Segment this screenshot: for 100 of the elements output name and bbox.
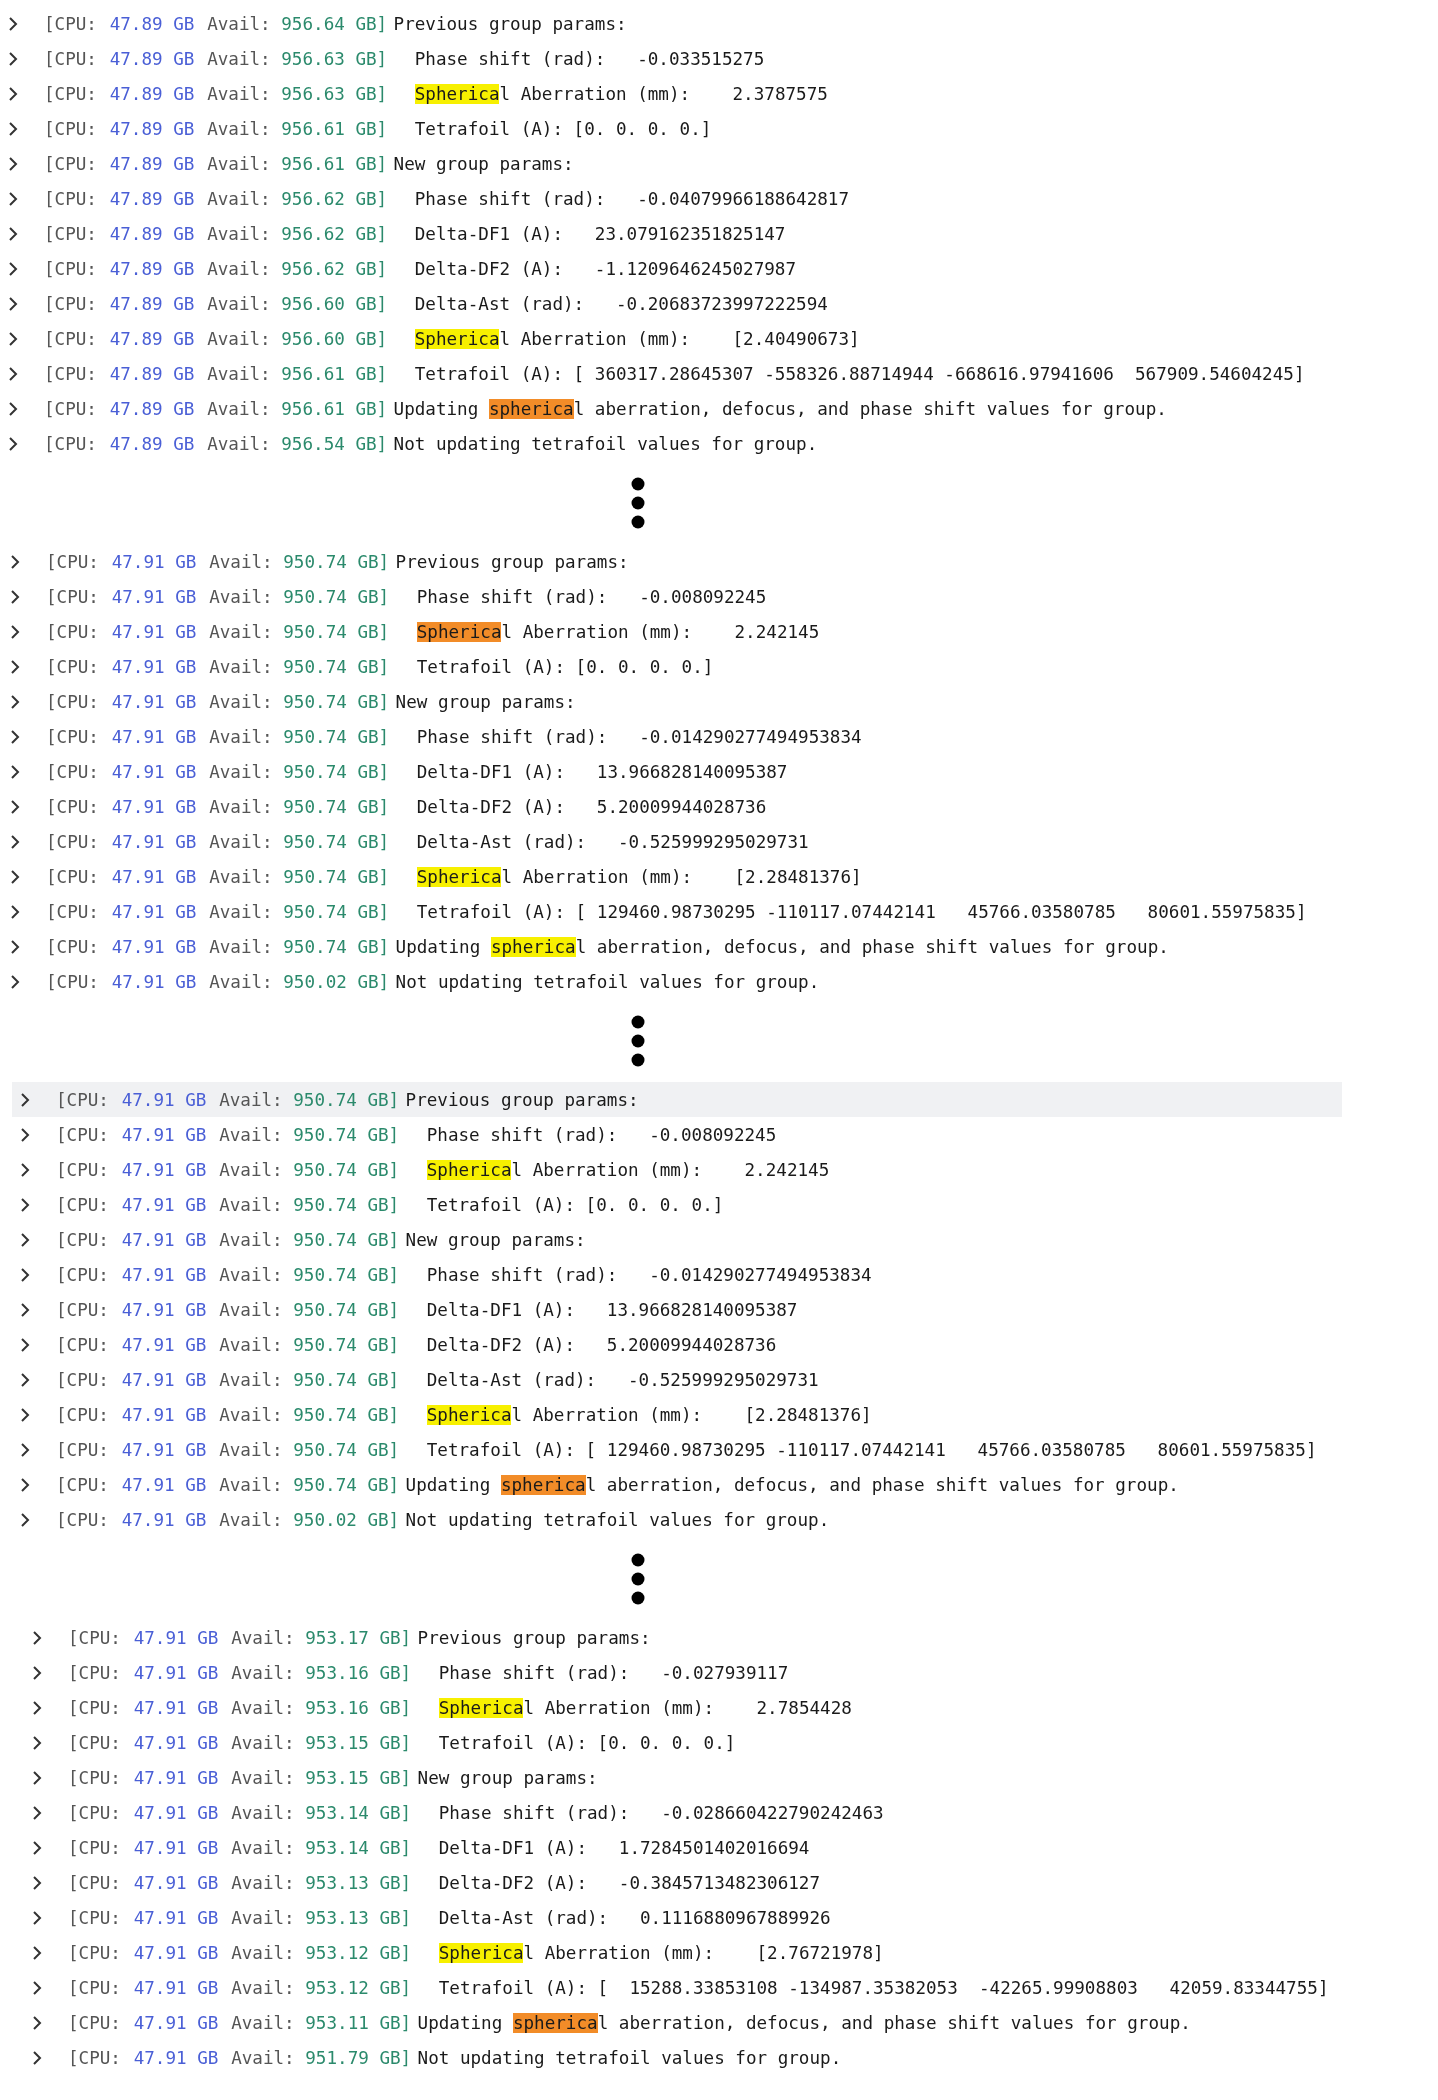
cpu-value: 47.91 GB	[133, 1977, 219, 1998]
log-message: Not updating tetrafoil values for group.	[393, 433, 818, 454]
chevron-icon[interactable]	[32, 1664, 42, 1681]
chevron-icon[interactable]	[32, 1629, 42, 1646]
chevron-icon[interactable]	[10, 693, 20, 710]
chevron-icon[interactable]	[8, 190, 18, 207]
avail-value: 953.16 GB]	[305, 1697, 412, 1718]
chevron-icon[interactable]	[10, 588, 20, 605]
chevron-icon[interactable]	[10, 658, 20, 675]
chevron-icon[interactable]	[8, 155, 18, 172]
chevron-icon[interactable]	[32, 1769, 42, 1786]
chevron-icon[interactable]	[8, 85, 18, 102]
cpu-label: [CPU:	[68, 1662, 121, 1683]
cpu-value: 47.91 GB	[121, 1124, 207, 1145]
chevron-icon[interactable]	[32, 1804, 42, 1821]
cpu-label: [CPU:	[46, 901, 99, 922]
chevron-icon[interactable]	[10, 623, 20, 640]
cpu-label: [CPU:	[56, 1159, 109, 1180]
avail-value: 950.74 GB]	[283, 796, 390, 817]
avail-label: Avail:	[219, 1124, 283, 1145]
chevron-icon[interactable]	[32, 1839, 42, 1856]
cpu-value: 47.91 GB	[111, 586, 197, 607]
chevron-icon[interactable]	[10, 728, 20, 745]
chevron-icon[interactable]	[32, 1979, 42, 1996]
chevron-icon[interactable]	[8, 435, 18, 452]
avail-value: 950.74 GB]	[293, 1124, 400, 1145]
cpu-value: 47.91 GB	[133, 1872, 219, 1893]
chevron-icon[interactable]	[32, 2049, 42, 2066]
cpu-label: [CPU:	[68, 1627, 121, 1648]
chevron-icon[interactable]	[32, 1699, 42, 1716]
chevron-icon[interactable]	[10, 868, 20, 885]
avail-value: 950.74 GB]	[283, 901, 390, 922]
avail-label: Avail:	[219, 1474, 283, 1495]
chevron-icon[interactable]	[8, 365, 18, 382]
chevron-icon[interactable]	[8, 295, 18, 312]
chevron-icon[interactable]	[10, 553, 20, 570]
chevron-icon[interactable]	[8, 400, 18, 417]
log-message: Spherical Aberration (mm): 2.7854428	[438, 1697, 852, 1718]
avail-value: 953.12 GB]	[305, 1977, 412, 1998]
chevron-icon[interactable]	[32, 1734, 42, 1751]
chevron-icon[interactable]	[8, 330, 18, 347]
chevron-icon[interactable]	[20, 1441, 30, 1458]
chevron-icon[interactable]	[10, 798, 20, 815]
cpu-value: 47.91 GB	[111, 691, 197, 712]
cpu-label: [CPU:	[44, 223, 97, 244]
chevron-icon[interactable]	[20, 1161, 30, 1178]
avail-label: Avail:	[209, 621, 273, 642]
avail-value: 953.14 GB]	[305, 1837, 412, 1858]
chevron-icon[interactable]	[10, 973, 20, 990]
log-message: Delta-Ast (rad): -0.525999295029731	[416, 831, 809, 852]
chevron-icon[interactable]	[32, 2014, 42, 2031]
log-message: Phase shift (rad): -0.014290277494953834	[426, 1264, 872, 1285]
chevron-icon[interactable]	[20, 1091, 30, 1108]
chevron-icon[interactable]	[8, 120, 18, 137]
chevron-icon[interactable]	[10, 763, 20, 780]
avail-value: 956.54 GB]	[281, 433, 388, 454]
avail-label: Avail:	[231, 2012, 295, 2033]
chevron-icon[interactable]	[8, 225, 18, 242]
log-message: Spherical Aberration (mm): [2.28481376]	[416, 866, 862, 887]
avail-label: Avail:	[219, 1159, 283, 1180]
avail-label: Avail:	[219, 1264, 283, 1285]
log-message: Phase shift (rad): -0.027939117	[438, 1662, 789, 1683]
avail-value: 956.63 GB]	[281, 83, 388, 104]
avail-value: 953.12 GB]	[305, 1942, 412, 1963]
chevron-icon[interactable]	[8, 260, 18, 277]
log-message: Delta-DF2 (A): -1.1209646245027987	[414, 258, 797, 279]
chevron-icon[interactable]	[32, 1909, 42, 1926]
cpu-value: 47.89 GB	[109, 258, 195, 279]
chevron-icon[interactable]	[20, 1196, 30, 1213]
chevron-icon[interactable]	[10, 833, 20, 850]
cpu-value: 47.91 GB	[111, 656, 197, 677]
log-message: Tetrafoil (A): [ 360317.28645307 -558326.88714944 -668616.97941606 567909.54604245]	[414, 363, 1305, 384]
log-message: Updating spherical aberration, defocus, and phase shift values for group.	[393, 398, 1167, 419]
chevron-icon[interactable]	[32, 1944, 42, 1961]
avail-label: Avail:	[231, 1732, 295, 1753]
avail-label: Avail:	[209, 866, 273, 887]
cpu-label: [CPU:	[68, 1732, 121, 1753]
log-message: Delta-DF1 (A): 13.966828140095387	[426, 1299, 798, 1320]
chevron-icon[interactable]	[20, 1511, 30, 1528]
chevron-icon[interactable]	[20, 1406, 30, 1423]
chevron-icon[interactable]	[8, 15, 18, 32]
avail-label: Avail:	[231, 1977, 295, 1998]
chevron-icon[interactable]	[10, 903, 20, 920]
chevron-icon[interactable]	[20, 1126, 30, 1143]
chevron-icon[interactable]	[20, 1301, 30, 1318]
chevron-icon[interactable]	[20, 1336, 30, 1353]
selected-log-row[interactable]: [CPU: 47.91 GB Avail: 950.74 GB] Previous group params:	[12, 1082, 1342, 1117]
avail-value: 950.74 GB]	[293, 1404, 400, 1425]
cpu-label: [CPU:	[46, 936, 99, 957]
chevron-icon[interactable]	[20, 1231, 30, 1248]
chevron-icon[interactable]	[20, 1266, 30, 1283]
log-message: Spherical Aberration (mm): 2.242145	[426, 1159, 830, 1180]
avail-value: 950.74 GB]	[293, 1194, 400, 1215]
chevron-icon[interactable]	[8, 50, 18, 67]
chevron-icon[interactable]	[20, 1371, 30, 1388]
cpu-value: 47.89 GB	[109, 363, 195, 384]
chevron-icon[interactable]	[32, 1874, 42, 1891]
cpu-value: 47.91 GB	[111, 831, 197, 852]
chevron-icon[interactable]	[20, 1476, 30, 1493]
chevron-icon[interactable]	[10, 938, 20, 955]
